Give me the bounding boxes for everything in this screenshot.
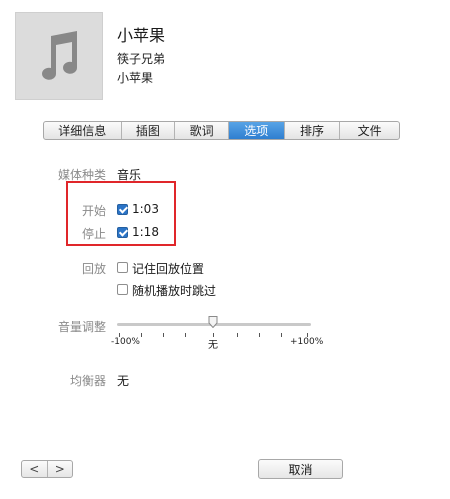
volume-tick xyxy=(259,333,260,337)
volume-label: 音量调整 xyxy=(57,320,106,334)
volume-mid-label: 无 xyxy=(208,340,218,351)
volume-tick xyxy=(237,333,238,337)
volume-tick xyxy=(281,333,282,337)
start-checkbox[interactable] xyxy=(117,204,128,215)
equalizer-label: 均衡器 xyxy=(69,374,106,388)
volume-tick xyxy=(185,333,186,337)
stop-label: 停止 xyxy=(81,227,106,241)
next-button[interactable]: > xyxy=(46,461,73,477)
tab-details[interactable]: 详细信息 xyxy=(44,122,122,139)
volume-max-label: +100% xyxy=(290,337,324,347)
track-artist: 筷子兄弟 xyxy=(117,52,166,66)
volume-tick xyxy=(141,333,142,337)
playback-label: 回放 xyxy=(81,262,106,276)
album-artwork xyxy=(15,12,103,100)
track-title: 小苹果 xyxy=(117,26,166,45)
start-label: 开始 xyxy=(81,204,106,218)
stop-checkbox[interactable] xyxy=(117,227,128,238)
tab-file[interactable]: 文件 xyxy=(340,122,399,139)
equalizer-select[interactable]: 无 xyxy=(117,372,129,389)
skip-shuffle-label[interactable]: 随机播放时跳过 xyxy=(132,282,216,299)
remember-position-label[interactable]: 记住回放位置 xyxy=(132,260,204,277)
tab-artwork[interactable]: 插图 xyxy=(122,122,176,139)
previous-button[interactable]: < xyxy=(22,461,47,477)
music-note-icon xyxy=(42,31,77,80)
volume-slider-thumb[interactable] xyxy=(208,316,218,328)
tab-bar: 详细信息 插图 歌词 选项 排序 文件 xyxy=(43,121,400,140)
cancel-button[interactable]: 取消 xyxy=(258,459,343,479)
track-album: 小苹果 xyxy=(117,71,154,85)
volume-tick xyxy=(163,333,164,337)
prev-next-group: < > xyxy=(21,460,73,478)
stop-time-field[interactable]: 1:18 xyxy=(132,225,159,239)
tab-lyrics[interactable]: 歌词 xyxy=(175,122,229,139)
volume-min-label: -100% xyxy=(111,337,140,347)
remember-position-checkbox[interactable] xyxy=(117,262,128,273)
start-time-field[interactable]: 1:03 xyxy=(132,202,159,216)
tab-options[interactable]: 选项 xyxy=(228,122,285,139)
tab-sorting[interactable]: 排序 xyxy=(285,122,341,139)
skip-shuffle-checkbox[interactable] xyxy=(117,284,128,295)
